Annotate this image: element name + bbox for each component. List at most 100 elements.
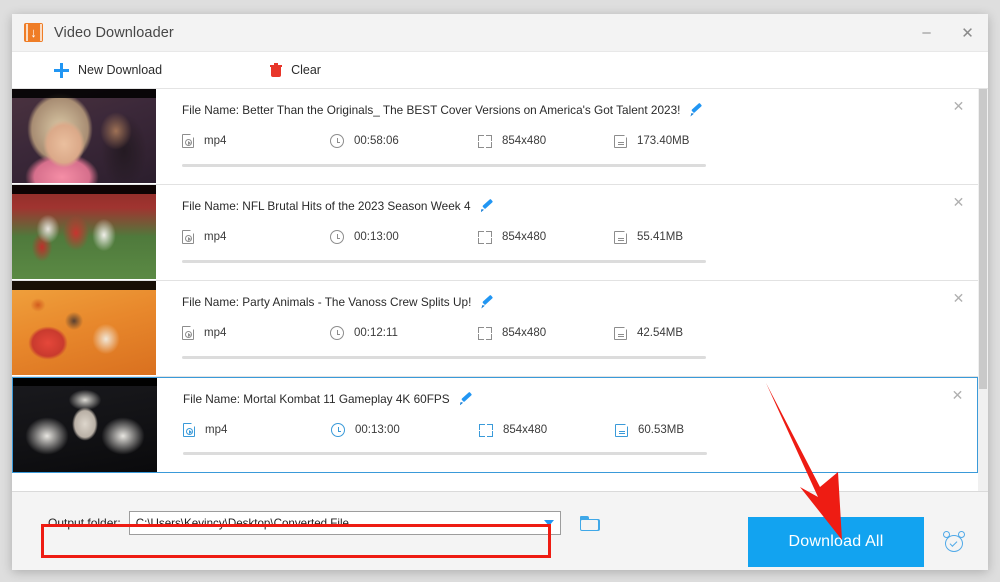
row-details: File Name: NFL Brutal Hits of the 2023 S… xyxy=(156,185,978,280)
duration-value: 00:12:11 xyxy=(354,327,398,339)
progress-bar xyxy=(183,452,707,455)
output-folder-label: Output folder: xyxy=(48,516,121,530)
table-row[interactable]: File Name: Mortal Kombat 11 Gameplay 4K … xyxy=(12,377,978,473)
remove-item-button[interactable]: ✕ xyxy=(951,195,966,210)
table-row[interactable]: File Name: NFL Brutal Hits of the 2023 S… xyxy=(12,185,978,281)
resolution-value: 854x480 xyxy=(502,327,547,339)
resolution-meta: 854x480 xyxy=(478,326,614,340)
clear-label: Clear xyxy=(291,63,321,77)
row-details: File Name: Mortal Kombat 11 Gameplay 4K … xyxy=(157,378,977,472)
close-button[interactable]: ✕ xyxy=(947,14,988,51)
resolution-icon xyxy=(478,134,492,148)
resolution-value: 854x480 xyxy=(502,135,547,147)
file-size-icon xyxy=(614,230,628,244)
clock-icon xyxy=(330,134,344,148)
window-controls: – ✕ xyxy=(906,14,988,51)
duration-meta: 00:12:11 xyxy=(330,326,478,340)
size-meta: 173.40MB xyxy=(614,134,690,148)
output-folder-combobox[interactable]: C:\Users\Kevincy\Desktop\Converted File xyxy=(128,511,561,535)
file-type-icon xyxy=(183,422,196,437)
size-value: 42.54MB xyxy=(637,327,684,339)
remove-item-button[interactable]: ✕ xyxy=(951,99,966,114)
edit-pencil-icon[interactable] xyxy=(460,393,473,406)
new-download-button[interactable]: New Download xyxy=(54,62,163,78)
duration-value: 00:58:06 xyxy=(354,135,399,147)
resolution-value: 854x480 xyxy=(502,231,547,243)
video-thumbnail xyxy=(13,378,157,472)
file-name-line: File Name: Party Animals - The Vanoss Cr… xyxy=(182,295,978,309)
edit-pencil-icon[interactable] xyxy=(481,200,494,213)
file-name-line: File Name: Better Than the Originals_ Th… xyxy=(182,103,978,117)
duration-value: 00:13:00 xyxy=(355,424,400,436)
app-window: ↓ Video Downloader – ✕ New Download Clea… xyxy=(12,14,988,570)
minimize-button[interactable]: – xyxy=(906,14,947,51)
meta-row: mp4 00:13:00 854x480 xyxy=(182,229,978,244)
output-folder-group: Output folder: C:\Users\Kevincy\Desktop\… xyxy=(48,510,600,536)
format-meta: mp4 xyxy=(183,422,331,437)
duration-value: 00:13:00 xyxy=(354,231,399,243)
download-arrow-glyph: ↓ xyxy=(30,25,37,40)
title-bar: ↓ Video Downloader – ✕ xyxy=(12,14,988,52)
meta-row: mp4 00:12:11 854x480 42.54MB xyxy=(182,325,978,340)
size-value: 55.41MB xyxy=(637,231,684,243)
chevron-down-icon[interactable] xyxy=(538,512,560,534)
new-download-label: New Download xyxy=(78,63,163,77)
video-download-icon: ↓ xyxy=(24,23,43,42)
file-name-text: File Name: Mortal Kombat 11 Gameplay 4K … xyxy=(183,392,450,406)
window-title: Video Downloader xyxy=(54,24,174,41)
clock-icon xyxy=(330,230,344,244)
file-size-icon xyxy=(614,134,628,148)
file-size-icon xyxy=(614,326,628,340)
clear-button[interactable]: Clear xyxy=(270,63,321,77)
file-size-icon xyxy=(615,423,629,437)
screenshot-root: ↓ Video Downloader – ✕ New Download Clea… xyxy=(0,0,1000,582)
file-name-text: File Name: NFL Brutal Hits of the 2023 S… xyxy=(182,199,471,213)
duration-meta: 00:13:00 xyxy=(330,230,478,244)
format-meta: mp4 xyxy=(182,229,330,244)
download-all-button[interactable]: Download All xyxy=(748,517,924,567)
clock-icon xyxy=(331,423,345,437)
video-thumbnail xyxy=(12,185,156,279)
edit-pencil-icon[interactable] xyxy=(690,104,703,117)
size-value: 173.40MB xyxy=(637,135,690,147)
file-name-line: File Name: Mortal Kombat 11 Gameplay 4K … xyxy=(183,392,977,406)
row-details: File Name: Better Than the Originals_ Th… xyxy=(156,89,978,184)
resolution-meta: 854x480 xyxy=(478,230,614,244)
output-folder-value[interactable]: C:\Users\Kevincy\Desktop\Converted File xyxy=(130,517,538,530)
list-scrollbar[interactable] xyxy=(978,89,988,491)
file-name-text: File Name: Party Animals - The Vanoss Cr… xyxy=(182,295,472,309)
format-value: mp4 xyxy=(204,231,227,243)
trash-icon xyxy=(270,63,283,77)
format-value: mp4 xyxy=(204,327,227,339)
resolution-icon xyxy=(479,423,493,437)
meta-row: mp4 00:13:00 854x480 xyxy=(183,422,977,437)
resolution-meta: 854x480 xyxy=(478,134,614,148)
download-list-area: File Name: Better Than the Originals_ Th… xyxy=(12,89,988,491)
plus-icon xyxy=(54,62,69,78)
meta-row: mp4 00:58:06 854x480 173.40MB xyxy=(182,133,978,148)
remove-item-button[interactable]: ✕ xyxy=(951,291,966,306)
size-meta: 55.41MB xyxy=(614,230,684,244)
size-meta: 42.54MB xyxy=(614,326,684,340)
progress-bar xyxy=(182,164,706,167)
progress-bar xyxy=(182,260,706,263)
video-thumbnail xyxy=(12,281,156,375)
duration-meta: 00:13:00 xyxy=(331,423,479,437)
video-thumbnail xyxy=(12,89,156,183)
edit-pencil-icon[interactable] xyxy=(481,296,494,309)
alarm-clock-icon[interactable] xyxy=(943,531,965,553)
download-list: File Name: Better Than the Originals_ Th… xyxy=(12,89,978,491)
scrollbar-thumb[interactable] xyxy=(979,89,987,389)
resolution-icon xyxy=(478,326,492,340)
resolution-value: 854x480 xyxy=(503,424,548,436)
progress-bar xyxy=(182,356,706,359)
remove-item-button[interactable]: ✕ xyxy=(950,388,965,403)
clock-icon xyxy=(330,326,344,340)
folder-icon[interactable] xyxy=(579,515,600,531)
table-row[interactable]: File Name: Better Than the Originals_ Th… xyxy=(12,89,978,185)
file-name-line: File Name: NFL Brutal Hits of the 2023 S… xyxy=(182,199,978,213)
resolution-meta: 854x480 xyxy=(479,423,615,437)
format-meta: mp4 xyxy=(182,325,330,340)
file-type-icon xyxy=(182,325,195,340)
table-row[interactable]: File Name: Party Animals - The Vanoss Cr… xyxy=(12,281,978,377)
